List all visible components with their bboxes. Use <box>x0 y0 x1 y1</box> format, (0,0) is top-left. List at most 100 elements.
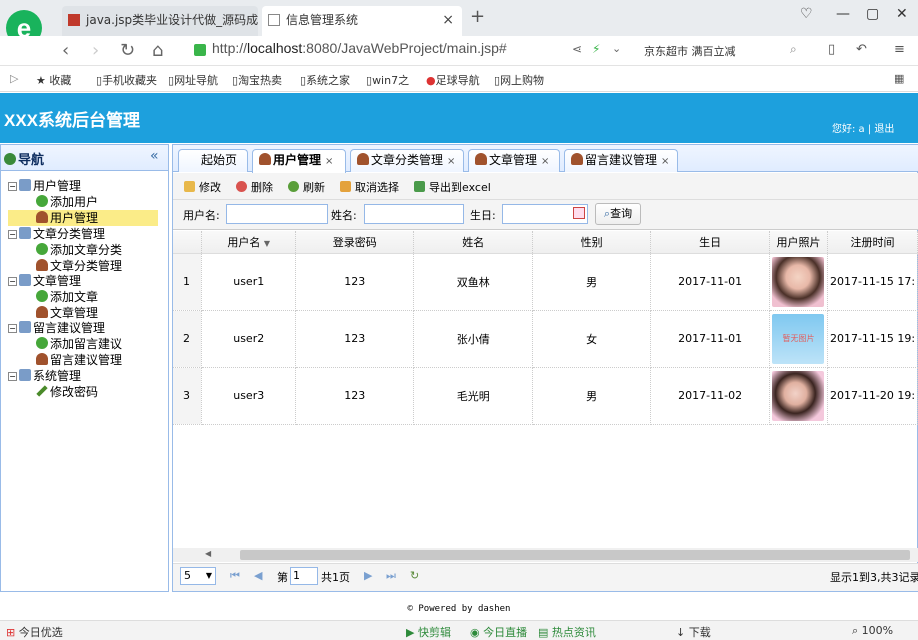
tree-collapse-icon[interactable]: − <box>8 182 17 191</box>
col-header-regtime[interactable]: 注册时间 <box>827 231 918 254</box>
tab-article-mgmt[interactable]: 文章管理 × <box>468 149 560 172</box>
tree-node-article-list[interactable]: 文章管理 <box>36 305 98 321</box>
export-excel-button[interactable]: 导出到excel <box>414 179 491 195</box>
tree-collapse-icon[interactable]: − <box>8 230 17 239</box>
search-suggestion[interactable]: 京东超市 满百立减 <box>644 43 736 59</box>
new-tab-button[interactable]: + <box>470 6 485 27</box>
close-tab-icon[interactable]: × <box>661 156 669 167</box>
tree-node-add-message[interactable]: 添加留言建议 <box>36 336 122 352</box>
status-item[interactable]: ↓ 下载 <box>676 624 711 640</box>
app-title: XXX系统后台管理 <box>4 111 141 130</box>
col-header-birthday[interactable]: 生日 <box>650 231 770 254</box>
browser-tab-2[interactable]: 信息管理系统 × <box>262 6 462 36</box>
tree-collapse-icon[interactable]: − <box>8 277 17 286</box>
sidebar-toggle-icon[interactable]: ▷ <box>10 72 18 85</box>
close-tab-icon[interactable]: × <box>442 6 454 34</box>
page-number-input[interactable]: 1 <box>290 567 318 585</box>
menu-icon[interactable]: ≡ <box>894 42 905 57</box>
bookmark-item[interactable]: ●足球导航 <box>426 72 480 88</box>
status-item[interactable]: ▤ 热点资讯 <box>538 624 596 640</box>
close-tab-icon[interactable]: × <box>447 156 455 167</box>
status-zoom[interactable]: ⌕ 100% <box>852 624 893 638</box>
url-field[interactable]: http://localhost:8080/JavaWebProject/mai… <box>194 40 624 60</box>
logout-link[interactable]: 退出 <box>874 124 894 135</box>
first-page-icon[interactable]: ⏮ <box>230 569 240 583</box>
reader-icon[interactable]: ▯ <box>828 42 835 57</box>
tree-collapse-icon[interactable]: − <box>8 372 17 381</box>
undo-icon[interactable]: ↶ <box>856 42 867 57</box>
status-item[interactable]: ▶ 快剪辑 <box>406 624 451 640</box>
col-header-username[interactable]: 用户名 ▼ <box>201 231 297 254</box>
refresh-button[interactable]: 刷新 <box>288 179 325 195</box>
table-row[interactable]: 1 user1 123 双鱼林 男 2017-11-01 2017-11-15 … <box>173 253 918 311</box>
last-page-icon[interactable]: ⏭ <box>386 569 396 583</box>
tab-message-mgmt[interactable]: 留言建议管理 × <box>564 149 678 172</box>
apps-icon[interactable]: ▦ <box>894 72 904 85</box>
url-rest: :8080/JavaWebProject/main.jsp# <box>302 40 507 56</box>
back-icon[interactable]: ‹ <box>62 40 69 61</box>
tree-node-system-mgmt[interactable]: − 系统管理 <box>8 368 81 384</box>
close-window-button[interactable]: ✕ <box>896 6 908 22</box>
collapse-panel-icon[interactable]: « <box>150 148 159 164</box>
tree-node-add-category[interactable]: 添加文章分类 <box>36 242 122 258</box>
lightning-icon[interactable]: ⚡ <box>592 42 600 56</box>
table-row[interactable]: 3 user3 123 毛光明 男 2017-11-02 2017-11-20 … <box>173 367 918 425</box>
tab-start-page[interactable]: 起始页 <box>178 149 248 172</box>
tree-node-user-mgmt[interactable]: − 用户管理 <box>8 178 81 194</box>
tree-node-message-list[interactable]: 留言建议管理 <box>36 352 122 368</box>
tab-category-mgmt[interactable]: 文章分类管理 × <box>350 149 464 172</box>
excel-icon <box>414 181 425 192</box>
tab-user-mgmt[interactable]: 用户管理 × <box>252 149 346 173</box>
refresh-icon[interactable]: ↻ <box>410 569 419 582</box>
tree-node-article-mgmt[interactable]: − 文章管理 <box>8 273 81 289</box>
tree-node-add-user[interactable]: 添加用户 <box>36 194 98 210</box>
maximize-button[interactable]: ▢ <box>866 6 879 22</box>
bookmark-item[interactable]: ★ 收藏 <box>36 72 71 88</box>
bookmark-item[interactable]: ▯淘宝热卖 <box>232 72 282 88</box>
skin-icon[interactable]: ♡ <box>800 6 813 22</box>
table-row[interactable]: 2 user2 123 张小倩 女 2017-11-01 暂无图片 2017-1… <box>173 310 918 368</box>
status-item[interactable]: ◉ 今日直播 <box>470 624 527 640</box>
delete-button[interactable]: 删除 <box>236 179 273 195</box>
page-size-select[interactable]: 5 ▼ <box>180 567 216 585</box>
status-promo[interactable]: ⊞ 今日优选 <box>6 624 63 640</box>
unselect-button[interactable]: 取消选择 <box>340 179 399 195</box>
tree-node-category-mgmt[interactable]: − 文章分类管理 <box>8 226 105 242</box>
bookmark-item[interactable]: ▯win7之 <box>366 72 409 88</box>
browser-tab-1[interactable]: java.jsp类毕业设计代做_源码成品 <box>62 6 258 36</box>
edit-button[interactable]: 修改 <box>184 179 221 195</box>
forward-icon[interactable]: › <box>92 40 99 61</box>
tree-node-add-article[interactable]: 添加文章 <box>36 289 98 305</box>
col-header-name[interactable]: 姓名 <box>413 231 533 254</box>
tree-node-change-password[interactable]: 修改密码 <box>36 384 98 400</box>
scroll-left-icon[interactable]: ◀ <box>205 549 211 558</box>
name-input[interactable] <box>364 204 464 224</box>
query-button[interactable]: ⌕查询 <box>595 203 641 225</box>
tree-collapse-icon[interactable]: − <box>8 324 17 333</box>
reload-icon[interactable]: ↻ <box>120 40 135 61</box>
username-input[interactable] <box>226 204 328 224</box>
calendar-icon[interactable] <box>573 207 585 219</box>
minimize-button[interactable]: — <box>836 6 850 22</box>
home-icon[interactable]: ⌂ <box>152 40 163 61</box>
col-header-password[interactable]: 登录密码 <box>295 231 415 254</box>
cell-password: 123 <box>295 367 415 425</box>
bookmark-item[interactable]: ▯手机收藏夹 <box>96 72 157 88</box>
tree-node-message-mgmt[interactable]: − 留言建议管理 <box>8 320 105 336</box>
bookmark-item[interactable]: ▯系统之家 <box>300 72 350 88</box>
search-icon[interactable]: ⌕ <box>790 42 797 57</box>
close-tab-icon[interactable]: × <box>325 156 333 167</box>
next-page-icon[interactable]: ▶ <box>364 569 372 582</box>
col-header-photo[interactable]: 用户照片 <box>769 231 828 254</box>
scrollbar-thumb[interactable] <box>240 550 910 560</box>
bookmark-item[interactable]: ▯网上购物 <box>494 72 544 88</box>
tree-node-user-list[interactable]: 用户管理 <box>8 210 158 226</box>
col-header-sex[interactable]: 性别 <box>532 231 652 254</box>
dropdown-icon[interactable]: ⌄ <box>612 42 621 55</box>
url-prefix: http:// <box>212 40 248 56</box>
share-icon[interactable]: ⋖ <box>572 42 582 56</box>
tree-node-category-list[interactable]: 文章分类管理 <box>36 258 122 274</box>
prev-page-icon[interactable]: ◀ <box>254 569 262 582</box>
close-tab-icon[interactable]: × <box>541 156 549 167</box>
bookmark-item[interactable]: ▯网址导航 <box>168 72 218 88</box>
